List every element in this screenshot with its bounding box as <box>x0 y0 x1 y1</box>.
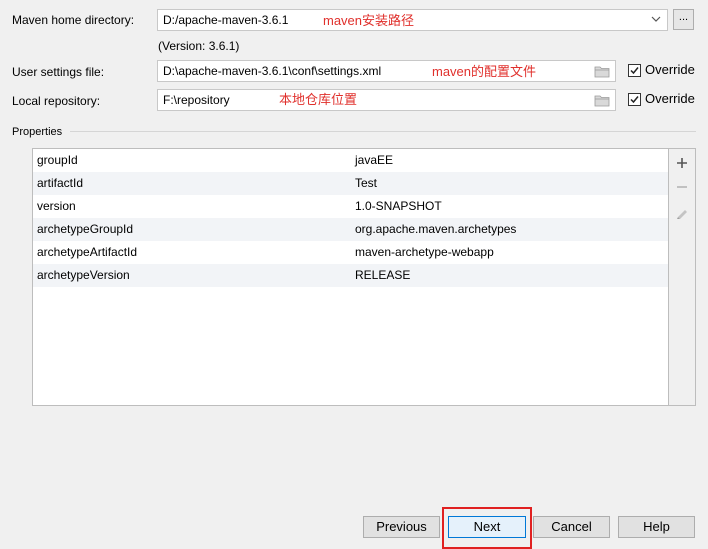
next-highlight-box <box>442 507 532 549</box>
folder-icon[interactable] <box>594 65 610 78</box>
help-button[interactable]: Help <box>618 516 695 538</box>
user-settings-override-checkbox[interactable] <box>628 64 641 77</box>
property-key: archetypeGroupId <box>37 222 134 236</box>
previous-button[interactable]: Previous <box>363 516 440 538</box>
user-settings-override-label: Override <box>645 62 695 77</box>
user-settings-value: D:\apache-maven-3.6.1\conf\settings.xml <box>163 64 382 78</box>
properties-table[interactable]: groupId javaEE artifactId Test version 1… <box>32 148 669 406</box>
checkmark-icon <box>630 96 639 104</box>
property-value: maven-archetype-webapp <box>355 245 494 259</box>
property-value: javaEE <box>355 153 394 167</box>
property-key: archetypeVersion <box>37 268 130 282</box>
property-value: Test <box>355 176 378 190</box>
maven-version-label: (Version: 3.6.1) <box>158 39 240 53</box>
checkmark-icon <box>630 67 639 75</box>
table-row[interactable]: archetypeVersion RELEASE <box>33 264 668 287</box>
property-key: archetypeArtifactId <box>37 245 138 259</box>
table-row[interactable]: artifactId Test <box>33 172 668 195</box>
table-row[interactable]: archetypeArtifactId maven-archetype-weba… <box>33 241 668 264</box>
property-value: RELEASE <box>355 268 411 282</box>
user-settings-annotation: maven的配置文件 <box>432 64 537 79</box>
local-repo-value: F:\repository <box>163 93 230 107</box>
table-row[interactable]: groupId javaEE <box>33 149 668 172</box>
table-row[interactable]: version 1.0-SNAPSHOT <box>33 195 668 218</box>
user-settings-field[interactable]: D:\apache-maven-3.6.1\conf\settings.xml <box>157 60 616 82</box>
user-settings-label: User settings file: <box>12 65 105 79</box>
browse-button[interactable]: ... <box>673 9 694 30</box>
local-repo-label: Local repository: <box>12 94 101 108</box>
table-row[interactable]: archetypeGroupId org.apache.maven.archet… <box>33 218 668 241</box>
add-icon[interactable] <box>675 156 689 170</box>
properties-toolbar <box>669 148 696 406</box>
local-repo-override-checkbox[interactable] <box>628 93 641 106</box>
cancel-button[interactable]: Cancel <box>533 516 610 538</box>
property-key: artifactId <box>37 176 84 190</box>
property-key: groupId <box>37 153 78 167</box>
property-key: version <box>37 199 76 213</box>
local-repo-override-label: Override <box>645 91 695 106</box>
maven-home-annotation: maven安装路径 <box>323 13 415 28</box>
maven-home-value: D:/apache-maven-3.6.1 <box>163 13 289 27</box>
chevron-down-icon[interactable] <box>651 14 661 24</box>
maven-home-label: Maven home directory: <box>12 13 135 27</box>
local-repo-annotation: 本地仓库位置 <box>279 92 358 107</box>
property-value: 1.0-SNAPSHOT <box>355 199 442 213</box>
property-value: org.apache.maven.archetypes <box>355 222 517 236</box>
properties-title: Properties <box>12 126 63 138</box>
folder-icon[interactable] <box>594 94 610 107</box>
remove-icon[interactable] <box>675 180 689 194</box>
local-repo-field[interactable]: F:\repository <box>157 89 616 111</box>
edit-icon[interactable] <box>675 206 689 220</box>
properties-separator <box>70 131 696 132</box>
